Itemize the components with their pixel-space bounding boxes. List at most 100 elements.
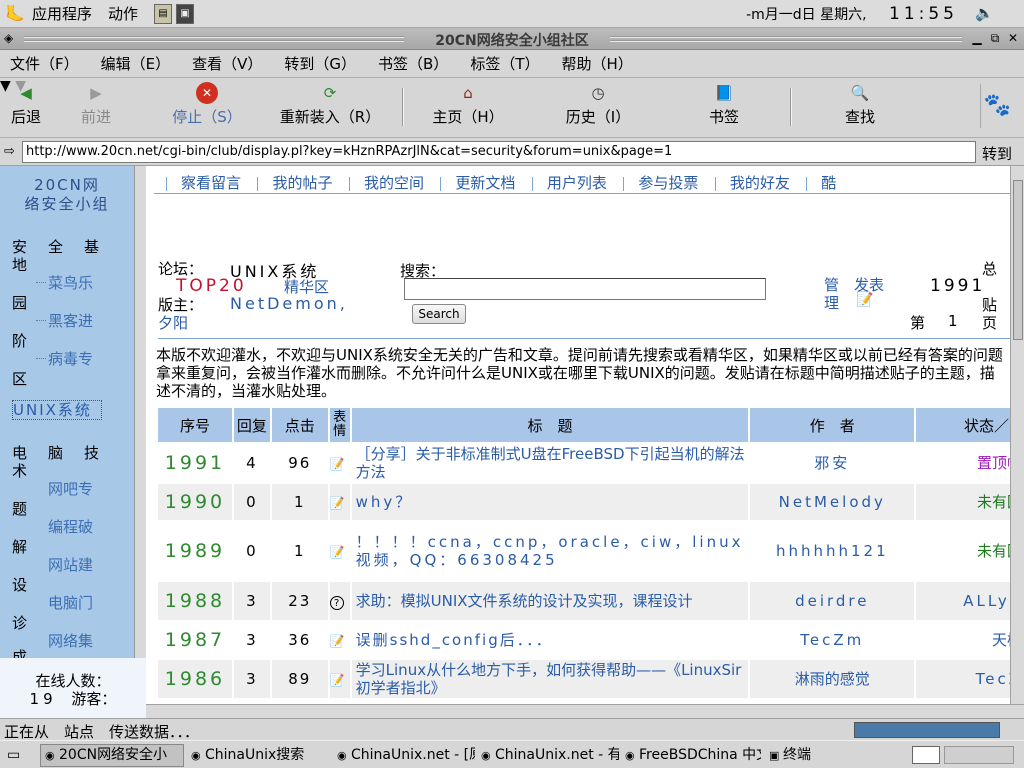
- main-vertical-scrollbar[interactable]: [1010, 166, 1024, 704]
- topic-author[interactable]: hhhhhh121: [748, 520, 917, 582]
- task-button[interactable]: ▣ 终端: [764, 744, 908, 767]
- nav-cool[interactable]: 酷: [821, 174, 836, 192]
- doc-icon: 📝: [329, 545, 345, 559]
- topic-title-link[interactable]: ！！！！ccna，ccnp，oracle，ciw，linux视频，QQ：6630…: [349, 520, 751, 582]
- left-scrollbar[interactable]: [134, 166, 146, 658]
- gnome-foot-icon[interactable]: 🦶: [4, 3, 26, 25]
- close-icon[interactable]: ✕: [1006, 30, 1020, 46]
- left-nav-item[interactable]: 网络集: [48, 630, 93, 651]
- task-button[interactable]: ◉ FreeBSDChina 中文: [620, 744, 762, 767]
- manage-link[interactable]: 管理: [824, 276, 842, 312]
- topic-replies: 0: [231, 520, 272, 582]
- topic-author[interactable]: deirdre: [748, 580, 917, 622]
- show-desktop-icon[interactable]: ▭: [2, 744, 36, 767]
- scrollbar-thumb[interactable]: [1013, 180, 1023, 340]
- brand-line-1: 20CN网: [34, 176, 100, 194]
- terminal-icon: ▣: [769, 749, 780, 762]
- task-button[interactable]: ◉ 20CN网络安全小: [40, 744, 184, 767]
- menu-bookmarks[interactable]: 书签（B）: [378, 53, 448, 74]
- left-nav-item[interactable]: 网站建: [48, 554, 93, 575]
- nav-view-messages[interactable]: 察看留言: [181, 174, 241, 192]
- nav-my-space[interactable]: 我的空间: [364, 174, 424, 192]
- col-header-id[interactable]: 序号: [156, 406, 234, 444]
- left-nav-item[interactable]: 编程破: [48, 516, 93, 537]
- nav-update-docs[interactable]: 更新文档: [455, 174, 515, 192]
- left-nav-item[interactable]: 病毒专: [48, 348, 93, 369]
- main-horizontal-scrollbar[interactable]: [146, 704, 1024, 718]
- notes-launcher-icon[interactable]: ▤: [154, 3, 173, 24]
- task-button[interactable]: ◉ ChinaUnix搜索: [186, 744, 330, 767]
- left-current-forum[interactable]: UNIX系统: [12, 400, 102, 420]
- applications-menu[interactable]: 应用程序: [32, 3, 92, 24]
- history-button[interactable]: ◷ 历史（I）: [558, 82, 638, 127]
- moderator-link-2[interactable]: 夕阳: [158, 312, 188, 333]
- minimize-icon[interactable]: ▁: [970, 30, 984, 46]
- workspace-switcher[interactable]: [944, 746, 1014, 764]
- topic-author[interactable]: TecZm: [748, 620, 917, 660]
- forum-header: 论坛： UNIX系统 TOP20 精华区 版主： NetDemon, 夕阳 搜索…: [158, 258, 1010, 339]
- go-button[interactable]: 转到: [982, 143, 1012, 164]
- table-header-row: 序号 回复 点击 表情 标 题 作 者 状态／回: [156, 406, 1010, 444]
- nav-my-posts[interactable]: 我的帖子: [272, 174, 332, 192]
- menu-file[interactable]: 文件（F）: [10, 53, 79, 74]
- col-header-replies[interactable]: 回复: [231, 406, 272, 444]
- left-nav-item[interactable]: 网吧专: [48, 478, 93, 499]
- topic-hits: 89: [269, 658, 330, 700]
- find-button[interactable]: 🔍 查找: [840, 82, 880, 127]
- topic-author[interactable]: NetMelody: [748, 482, 917, 522]
- menu-tabs[interactable]: 标签（T）: [470, 53, 539, 74]
- left-nav-panel: 20CN网 络安全小组 安 全 基 地 菜鸟乐 园 黑客进 阶 病毒专 区 UN…: [0, 166, 134, 658]
- search-button[interactable]: Search: [412, 304, 466, 324]
- nav-user-list[interactable]: 用户列表: [547, 174, 607, 192]
- nav-my-friends[interactable]: 我的好友: [730, 174, 790, 192]
- browser-icon: ◉: [191, 749, 201, 762]
- search-input[interactable]: [404, 278, 766, 300]
- task-button[interactable]: ◉ ChinaUnix.net - [原: [332, 744, 476, 767]
- topic-author[interactable]: 邪安: [748, 442, 917, 484]
- maximize-icon[interactable]: ⧉: [988, 30, 1002, 46]
- actions-menu[interactable]: 动作: [108, 3, 138, 24]
- topic-title-link[interactable]: 误删sshd_config后．．．: [349, 620, 751, 660]
- top20-link[interactable]: TOP20: [176, 276, 247, 296]
- col-header-hits[interactable]: 点击: [269, 406, 330, 444]
- topic-title-link[interactable]: 求助：模拟UNIX文件系统的设计及实现，课程设计: [349, 580, 751, 622]
- online-users: 在线人数： 19 游客：: [0, 672, 146, 708]
- menu-go[interactable]: 转到（G）: [284, 53, 356, 74]
- topic-title-link[interactable]: ［分享］关于非标准制式U盘在FreeBSD下引起当机的解法方法: [349, 442, 751, 484]
- back-button[interactable]: ◀ 后退: [6, 82, 46, 127]
- moderator-link[interactable]: NetDemon,: [230, 294, 348, 313]
- clock-time: 11:55: [889, 4, 958, 24]
- col-header-title[interactable]: 标 题: [349, 406, 751, 444]
- panel-clock[interactable]: -m月一d日 星期六, 11:55: [746, 4, 958, 24]
- menu-view[interactable]: 查看（V）: [192, 53, 262, 74]
- left-nav-item[interactable]: 黑客进: [48, 310, 93, 331]
- left-nav-item[interactable]: 菜鸟乐: [48, 272, 93, 293]
- forward-button[interactable]: ▶ 前进: [74, 82, 118, 127]
- col-header-author[interactable]: 作 者: [748, 406, 917, 444]
- menu-edit[interactable]: 编辑（E）: [101, 53, 170, 74]
- topic-title-link[interactable]: why？: [349, 482, 751, 522]
- nav-vote[interactable]: 参与投票: [638, 174, 698, 192]
- table-row: 1987 3 36 📝 误删sshd_config后．．． TecZm 天枫: [156, 620, 1010, 660]
- left-nav-item[interactable]: 电脑门: [48, 592, 93, 613]
- home-button[interactable]: ⌂ 主页（H）: [428, 82, 508, 127]
- topic-title-link[interactable]: 学习Linux从什么地方下手，如何获得帮助——《LinuxSir初学者指北》: [349, 658, 751, 700]
- volume-icon[interactable]: 🔈: [975, 4, 994, 22]
- url-input[interactable]: http://www.20cn.net/cgi-bin/club/display…: [22, 141, 976, 163]
- bookmarks-button[interactable]: 📘 书签: [704, 82, 744, 127]
- workspace-1[interactable]: [912, 746, 940, 764]
- task-button[interactable]: ◉ ChinaUnix.net - 有: [476, 744, 620, 767]
- browser-icon: ◉: [625, 749, 635, 762]
- topic-hits: 1: [269, 482, 330, 522]
- gnome-bottom-panel: ▭ ◉ 20CN网络安全小 ◉ ChinaUnix搜索 ◉ ChinaUnix.net…: [0, 740, 1024, 768]
- reload-button[interactable]: ⟳ 重新装入（R）: [274, 82, 386, 127]
- col-header-status: 状态／回: [914, 406, 1010, 444]
- post-pencil-icon[interactable]: 📝: [856, 292, 873, 308]
- topic-table: 序号 回复 点击 表情 标 题 作 者 状态／回 1991 4 96 📝 ［分享…: [156, 406, 1010, 700]
- terminal-launcher-icon[interactable]: ▣: [176, 3, 195, 24]
- stop-button[interactable]: ✕ 停止（S）: [166, 82, 248, 127]
- menu-help[interactable]: 帮助（H）: [561, 53, 632, 74]
- topic-author[interactable]: 淋雨的感觉: [748, 658, 917, 700]
- window-titlebar[interactable]: ◈ 20CN网络安全小组社区 ▁ ⧉ ✕: [0, 28, 1024, 50]
- topic-replies: 3: [231, 658, 272, 700]
